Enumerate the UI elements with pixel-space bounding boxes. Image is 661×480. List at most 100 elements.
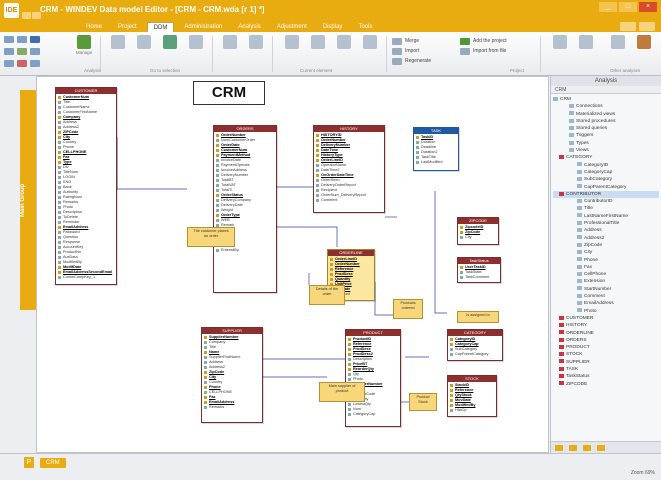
tree-item[interactable]: LastNameFirstName [553, 213, 659, 220]
entity-field[interactable]: CapParentCategory [450, 352, 500, 357]
ribbon-button-12[interactable] [572, 35, 600, 49]
tree-item[interactable]: HISTORY [553, 322, 659, 329]
entity-field[interactable]: Remarks [204, 405, 260, 410]
entity-field[interactable]: City [460, 235, 496, 240]
ribbon-button-4[interactable] [182, 35, 210, 49]
entity-stock[interactable]: STOCK StockID Reference QtyStock MovDate Modi… [447, 375, 497, 417]
app-logo[interactable]: IDE [4, 3, 19, 18]
tree-item[interactable]: ProfessionalTitle [553, 220, 659, 227]
paste-icon[interactable] [30, 48, 40, 55]
copy-icon[interactable] [17, 48, 27, 55]
tree-item[interactable]: Fax [553, 264, 659, 271]
tab-project[interactable]: Project [112, 22, 143, 32]
merge-icon[interactable] [392, 38, 402, 45]
tree-item[interactable]: TaskStatus [553, 373, 659, 380]
ribbon-button-2[interactable] [130, 35, 158, 49]
help-icon[interactable] [620, 22, 636, 31]
tree-item[interactable]: Address2 [553, 235, 659, 242]
entity-field[interactable]: CategoryCap [348, 412, 398, 417]
tree-item[interactable]: ContributorID [553, 198, 659, 205]
import-file-label[interactable]: Import from file [473, 48, 506, 54]
delete-icon[interactable] [17, 60, 27, 67]
pin-icon[interactable]: P [24, 457, 34, 468]
note-product-stock[interactable]: Product Stock [409, 393, 437, 411]
tree-item[interactable]: City [553, 249, 659, 256]
close-button[interactable]: × [639, 2, 657, 12]
tree-item[interactable]: CategoryCap [553, 169, 659, 176]
tree-item[interactable]: CategoryID [553, 162, 659, 169]
tree-item[interactable]: Title [553, 205, 659, 212]
open-icon[interactable] [17, 36, 27, 43]
tab-adjustment[interactable]: Adjustment [270, 22, 313, 32]
note-assigned-to[interactable]: Is assigned to [457, 311, 499, 323]
entity-taskstatus[interactable]: TaskStatus UserTaskID TaskState TaskComment [457, 257, 501, 283]
ribbon-button-11[interactable] [546, 35, 574, 49]
save-file-icon[interactable] [30, 36, 40, 43]
tree-item[interactable]: Address [553, 227, 659, 234]
tree-item[interactable]: Extension [553, 278, 659, 285]
save-icon[interactable] [22, 12, 31, 19]
tree-item[interactable]: Stored procedures [553, 118, 659, 125]
entity-product[interactable]: PRODUCT ProductID Reference ProdDesc ProdDes… [345, 329, 401, 427]
tree-item[interactable]: Views [553, 147, 659, 154]
tree-item[interactable]: Types [553, 140, 659, 147]
import-icon[interactable] [392, 48, 402, 55]
tree-item[interactable]: Triggers [553, 132, 659, 139]
tree-item[interactable]: Comment [553, 293, 659, 300]
entity-supplier[interactable]: SUPPLIER SupplierNumber Company Title Name Su… [201, 327, 263, 423]
cut-icon[interactable] [4, 48, 14, 55]
tab-analysis[interactable]: Analysis [232, 22, 267, 32]
maximize-button[interactable]: □ [619, 2, 637, 12]
tab-home[interactable]: Home [80, 22, 109, 32]
tree-item[interactable]: Phone [553, 257, 659, 264]
ribbon-button-5[interactable] [216, 35, 244, 49]
entity-history[interactable]: HISTORY HISTORYID OrderNumber DeliveryNumbe… [313, 125, 385, 213]
ribbon-button-1[interactable] [104, 35, 132, 49]
tree-item[interactable]: SUPPLIER [553, 359, 659, 366]
zoom-icon[interactable] [4, 60, 14, 67]
entity-category[interactable]: CATEGORY CategoryID CategoryCap SubCategory… [447, 329, 503, 361]
ribbon-button-10[interactable] [356, 35, 384, 49]
regenerate-icon[interactable] [392, 58, 402, 65]
ribbon-button-13[interactable] [604, 35, 632, 49]
panel-tab[interactable]: CRM [551, 86, 661, 94]
note-main-supplier[interactable]: Main supplier of product [319, 382, 365, 402]
entity-task[interactable]: TASK TaskID Duration Deadline Duration2 TaskT… [413, 127, 459, 171]
entity-orders[interactable]: ORDERS OrderNumber NumCustomerOrder OrderDa… [213, 125, 277, 293]
ribbon-button-6[interactable] [242, 35, 270, 49]
entity-field[interactable]: TaskComment [460, 275, 498, 280]
merge-label[interactable]: Merge [405, 38, 419, 44]
tree-item[interactable]: ZIPCODE [553, 381, 659, 388]
add-project-icon[interactable] [460, 38, 470, 45]
tree-item[interactable]: STOCK [553, 351, 659, 358]
tree-item[interactable]: Connections [553, 103, 659, 110]
layout-icon[interactable] [582, 445, 591, 451]
tree-item[interactable]: CapParentCategory [553, 184, 659, 191]
import-file-icon[interactable] [460, 48, 470, 55]
entity-field[interactable]: EnteredBy [216, 248, 274, 253]
tab-display[interactable]: Display [316, 22, 349, 32]
tree-item[interactable]: TASK [553, 366, 659, 373]
tree-item[interactable]: SubCategory [553, 176, 659, 183]
pencil-icon[interactable] [555, 445, 563, 451]
entity-field[interactable]: CommCompKey_1 [58, 275, 114, 280]
tree-item[interactable]: CRM [553, 96, 659, 103]
minimize-button[interactable]: _ [599, 2, 617, 12]
import-label[interactable]: Import [405, 48, 419, 54]
tab-ddm[interactable]: DDM [146, 22, 175, 32]
ribbon-button-3[interactable] [156, 35, 184, 49]
document-tab[interactable]: CRM [40, 458, 66, 468]
tree-item[interactable]: Photo [553, 308, 659, 315]
ribbon-button-14[interactable] [630, 35, 658, 49]
diagram-canvas[interactable]: CRM CUSTOMER CustomerNum Title CustomerName… [36, 76, 549, 453]
entity-field[interactable]: Comment [316, 198, 382, 203]
tree-item[interactable]: Stored queries [553, 125, 659, 132]
ribbon-button-8[interactable] [304, 35, 332, 49]
tree-item[interactable]: CellPhone [553, 271, 659, 278]
tree-item[interactable]: ORDERLINE [553, 330, 659, 337]
ribbon-button-9[interactable] [330, 35, 358, 49]
note-places-order[interactable]: The customer places an order [187, 227, 235, 247]
tree-item[interactable]: EmailAddress [553, 300, 659, 307]
note-order-details[interactable]: Details of the order [309, 285, 345, 305]
ribbon-button-7[interactable] [278, 35, 306, 49]
